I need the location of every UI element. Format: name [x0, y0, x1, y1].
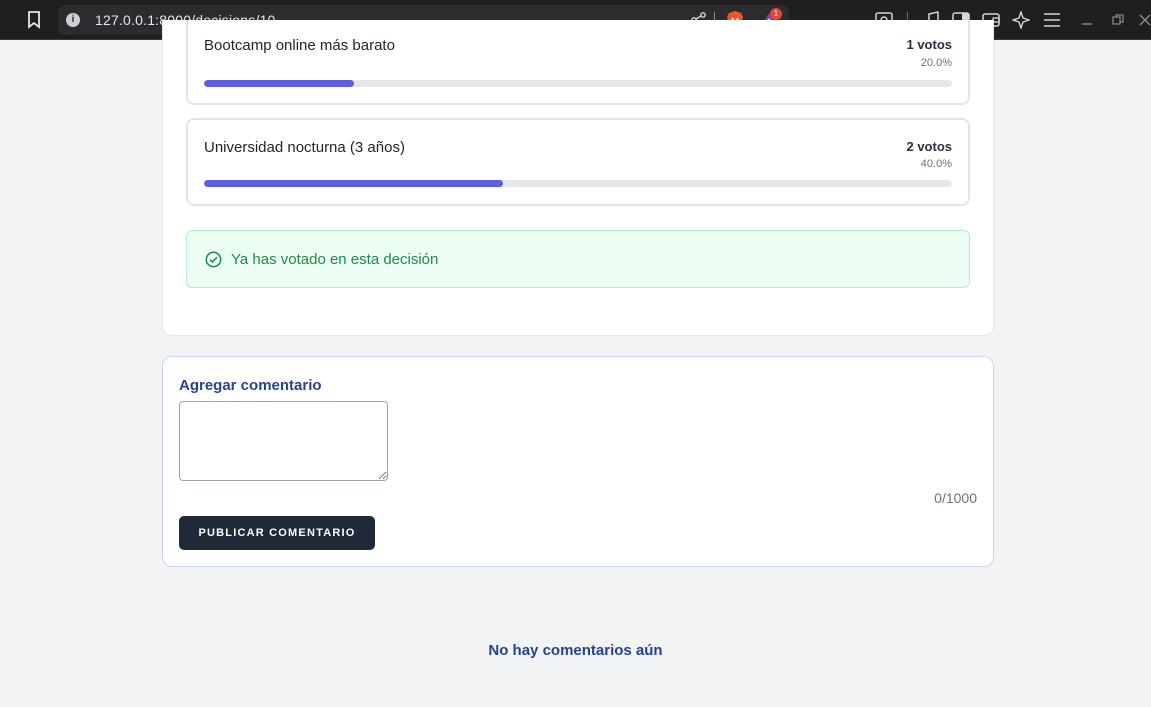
char-counter: 0/1000: [934, 490, 977, 506]
option-label: Bootcamp online más barato: [204, 37, 395, 54]
minimize-icon[interactable]: [1077, 10, 1097, 30]
voted-notice: Ya has votado en esta decisión: [186, 230, 970, 288]
close-icon[interactable]: [1138, 10, 1151, 30]
bookmark-icon[interactable]: [24, 10, 44, 30]
option-card: Bootcamp online más barato 1 votos 20.0%: [186, 20, 970, 105]
vote-progress-fill: [204, 180, 504, 187]
vote-progress-track: [204, 80, 952, 87]
vote-progress-track: [204, 180, 952, 187]
voted-message: Ya has votado en esta decisión: [231, 251, 439, 268]
comment-form-card: Agregar comentario 0/1000 PUBLICAR COMEN…: [162, 356, 994, 567]
menu-icon[interactable]: [1042, 10, 1062, 30]
notification-badge: 1: [770, 8, 782, 20]
option-label: Universidad nocturna (3 años): [204, 139, 405, 156]
comment-textarea[interactable]: [179, 401, 388, 481]
vote-progress-fill: [204, 80, 354, 87]
leo-ai-icon[interactable]: [1011, 10, 1031, 30]
restore-icon[interactable]: [1108, 10, 1128, 30]
empty-comments-message: No hay comentarios aún: [488, 642, 663, 659]
comment-form-title: Agregar comentario: [179, 377, 322, 394]
option-percent: 40.0%: [920, 158, 952, 170]
option-votes: 1 votos: [906, 37, 952, 52]
check-circle-icon: [205, 251, 222, 268]
option-card: Universidad nocturna (3 años) 2 votos 40…: [186, 118, 970, 206]
publish-comment-button[interactable]: PUBLICAR COMENTARIO: [179, 516, 375, 550]
option-votes: 2 votos: [906, 139, 952, 154]
option-percent: 20.0%: [920, 57, 952, 69]
site-info-icon[interactable]: i: [66, 13, 80, 27]
